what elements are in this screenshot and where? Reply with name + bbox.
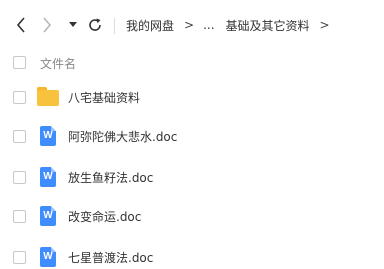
- toolbar-divider: [114, 18, 115, 34]
- list-item[interactable]: W 放生鱼籽法.doc: [0, 160, 384, 196]
- file-name[interactable]: 改变命运.doc: [68, 208, 141, 225]
- list-item[interactable]: 八宅基础资料: [0, 80, 384, 116]
- caret-down-icon: [69, 22, 77, 27]
- history-dropdown-button[interactable]: [68, 16, 78, 34]
- list-item[interactable]: W 改变命运.doc: [0, 199, 384, 235]
- row-checkbox[interactable]: [13, 210, 26, 223]
- file-name[interactable]: 七星普渡法.doc: [68, 249, 153, 266]
- refresh-icon: [89, 18, 101, 31]
- word-doc-icon: W: [37, 167, 59, 189]
- word-doc-icon: W: [37, 126, 59, 148]
- word-doc-icon: W: [37, 247, 59, 269]
- refresh-button[interactable]: [86, 16, 104, 34]
- file-name[interactable]: 八宅基础资料: [68, 89, 140, 106]
- row-checkbox[interactable]: [13, 171, 26, 184]
- breadcrumb-ellipsis[interactable]: ...: [203, 18, 214, 32]
- word-doc-icon: W: [37, 206, 59, 228]
- row-checkbox[interactable]: [13, 130, 26, 143]
- breadcrumb-root[interactable]: 我的网盘: [126, 17, 174, 34]
- file-name[interactable]: 放生鱼籽法.doc: [68, 169, 153, 186]
- chevron-left-icon: [16, 17, 25, 33]
- breadcrumb-current[interactable]: 基础及其它资料: [226, 17, 310, 34]
- file-name[interactable]: 阿弥陀佛大悲水.doc: [68, 128, 177, 145]
- chevron-right-icon: [43, 17, 52, 33]
- forward-button[interactable]: [40, 16, 54, 34]
- breadcrumb-separator[interactable]: >: [320, 18, 330, 32]
- folder-icon: [37, 87, 59, 109]
- breadcrumb-separator: >: [184, 18, 195, 32]
- list-item[interactable]: W 阿弥陀佛大悲水.doc: [0, 119, 384, 155]
- back-button[interactable]: [14, 16, 28, 34]
- filename-column-header[interactable]: 文件名: [40, 55, 76, 72]
- row-checkbox[interactable]: [13, 91, 26, 104]
- list-header: 文件名: [0, 50, 384, 76]
- row-checkbox[interactable]: [13, 251, 26, 264]
- navigation-toolbar: 我的网盘 > ... 基础及其它资料 >: [0, 0, 384, 46]
- select-all-checkbox[interactable]: [13, 56, 26, 69]
- list-item[interactable]: W 七星普渡法.doc: [0, 240, 384, 269]
- breadcrumb: 我的网盘 > ... 基础及其它资料 >: [126, 16, 339, 34]
